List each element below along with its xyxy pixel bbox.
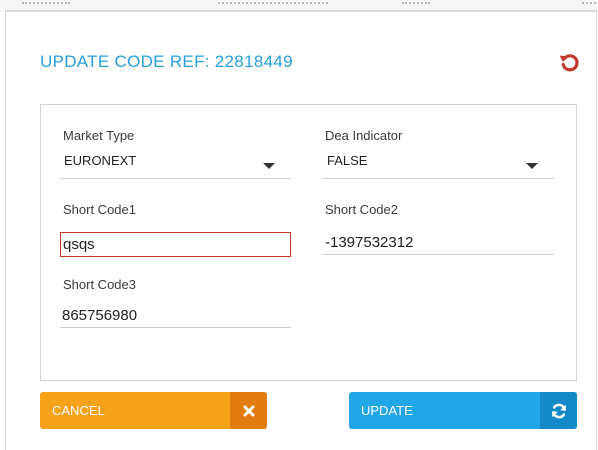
caret-down-icon — [263, 163, 275, 169]
dialog-right-border — [596, 10, 597, 450]
update-code-dialog: UPDATE CODE REF: 22818449 Market Type EU… — [0, 0, 598, 450]
cancel-button[interactable]: CANCEL — [40, 392, 267, 429]
short-code2-field: Short Code2 — [325, 202, 398, 217]
market-type-select[interactable]: EURONEXT — [60, 151, 291, 179]
dea-indicator-field: Dea Indicator — [325, 128, 402, 143]
market-type-label: Market Type — [63, 128, 135, 143]
close-icon — [230, 392, 267, 429]
short-code2-input[interactable] — [323, 231, 554, 255]
short-code3-input[interactable] — [60, 304, 291, 328]
market-type-value: EURONEXT — [64, 153, 137, 168]
short-code1-label: Short Code1 — [63, 202, 136, 217]
short-code2-label: Short Code2 — [325, 202, 398, 217]
short-code3-field: Short Code3 — [63, 277, 136, 292]
reset-button[interactable] — [557, 49, 583, 75]
cancel-button-label: CANCEL — [52, 403, 105, 418]
dea-indicator-value: FALSE — [327, 153, 368, 168]
dialog-top-border — [5, 10, 597, 12]
short-code3-label: Short Code3 — [63, 277, 136, 292]
market-type-field: Market Type — [63, 128, 134, 143]
form-panel: Market Type EURONEXT Dea Indicator FALSE… — [40, 104, 577, 381]
dialog-left-border — [5, 10, 6, 450]
dea-indicator-label: Dea Indicator — [325, 128, 403, 143]
dialog-title: UPDATE CODE REF: 22818449 — [40, 52, 293, 71]
short-code1-input[interactable] — [60, 232, 291, 257]
caret-down-icon — [526, 163, 538, 169]
refresh-icon — [540, 392, 577, 429]
update-button-label: UPDATE — [361, 403, 413, 418]
short-code1-field: Short Code1 — [63, 202, 136, 217]
undo-icon — [559, 54, 579, 72]
dea-indicator-select[interactable]: FALSE — [323, 151, 554, 179]
update-button[interactable]: UPDATE — [349, 392, 577, 429]
